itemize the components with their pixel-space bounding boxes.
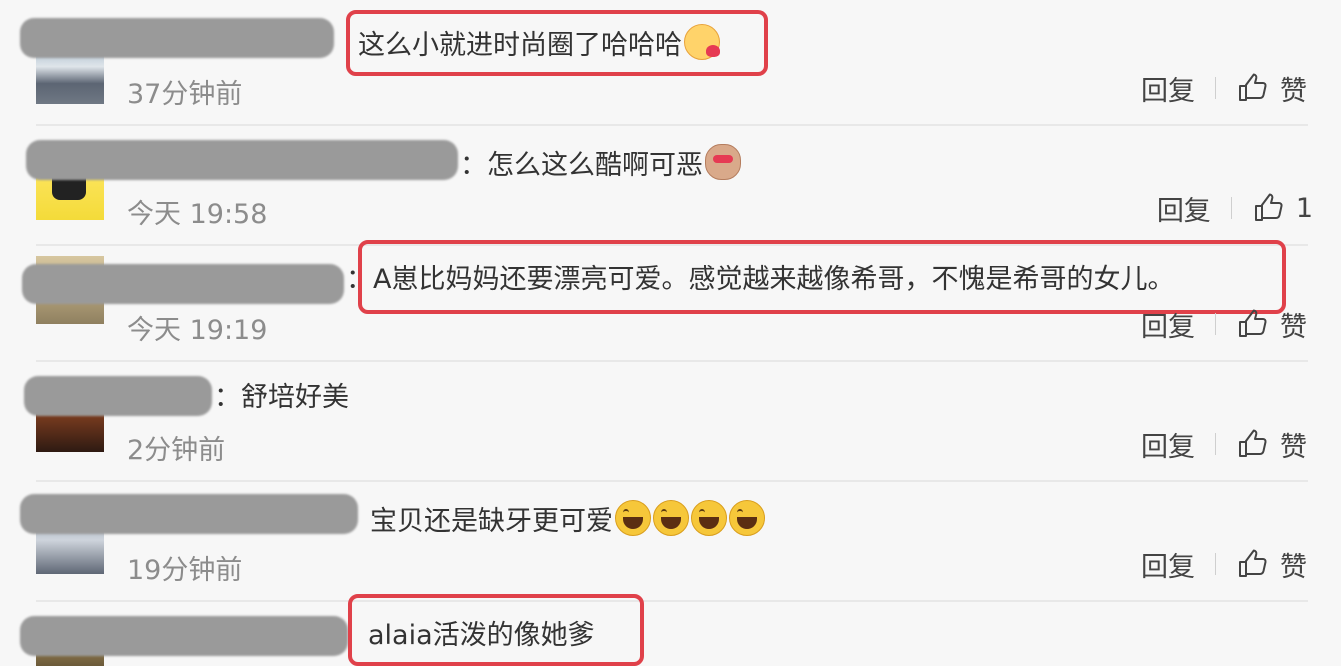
comment-item: ：A崽比妈妈还要漂亮可爱。感觉越来越像希哥，不愧是希哥的女儿。 今天 19:19… xyxy=(0,240,1341,360)
comment-item: alaia活泼的像她爹 xyxy=(0,594,1341,666)
comment-actions: 回复 赞 xyxy=(1141,69,1307,108)
laugh-emoji-icon xyxy=(691,500,727,536)
thumbs-up-icon xyxy=(1239,73,1267,101)
like-label: 赞 xyxy=(1280,431,1307,463)
comment-timestamp: 19分钟前 xyxy=(127,555,243,586)
comment-text: alaia活泼的像她爹 xyxy=(368,620,595,651)
like-label: 赞 xyxy=(1280,311,1307,343)
laugh-emoji-icon xyxy=(729,500,765,536)
comment-item: ：舒培好美 2分钟前 回复 赞 xyxy=(0,362,1341,480)
comment-item: ：怎么这么酷啊可恶 今天 19:58 回复 1 xyxy=(0,126,1341,244)
reply-button[interactable]: 回复 xyxy=(1141,305,1195,344)
divider xyxy=(1215,553,1216,575)
comment-actions: 回复 赞 xyxy=(1141,545,1307,584)
comment-timestamp: 今天 19:58 xyxy=(127,199,268,230)
like-count: 1 xyxy=(1295,192,1313,224)
thumbs-up-icon xyxy=(1239,309,1267,337)
laugh-emoji-icon xyxy=(653,500,689,536)
reply-button[interactable]: 回复 xyxy=(1157,189,1211,228)
comment-text: ：舒培好美 xyxy=(214,382,349,413)
comment-item: 宝贝还是缺牙更可爱 19分钟前 回复 赞 xyxy=(0,482,1341,600)
thumbs-up-icon xyxy=(1254,193,1283,221)
username-blurred[interactable] xyxy=(24,376,212,416)
comment-actions: 回复 赞 xyxy=(1141,425,1307,464)
comment-text: ：A崽比妈妈还要漂亮可爱。感觉越来越像希哥，不愧是希哥的女儿。 xyxy=(346,264,1175,295)
divider xyxy=(1230,197,1232,219)
comment-text: ：怎么这么酷啊可恶 xyxy=(460,144,741,184)
username-blurred[interactable] xyxy=(20,18,334,58)
laugh-emoji-icon xyxy=(615,500,651,536)
like-button[interactable]: 赞 xyxy=(1236,425,1307,464)
username-blurred[interactable] xyxy=(22,264,344,304)
like-label: 赞 xyxy=(1280,75,1307,107)
thumbs-up-icon xyxy=(1239,549,1267,577)
reply-button[interactable]: 回复 xyxy=(1141,545,1195,584)
comment-text: 宝贝还是缺牙更可爱 xyxy=(370,500,765,540)
comment-text: 这么小就进时尚圈了哈哈哈 xyxy=(358,24,720,64)
comment-timestamp: 2分钟前 xyxy=(127,435,226,466)
comment-item: 这么小就进时尚圈了哈哈哈 37分钟前 回复 赞 xyxy=(0,0,1341,124)
comment-timestamp: 今天 19:19 xyxy=(127,315,268,346)
comment-actions: 回复 1 xyxy=(1157,189,1313,228)
like-label: 赞 xyxy=(1280,551,1307,583)
like-button[interactable]: 赞 xyxy=(1236,69,1307,108)
like-button[interactable]: 赞 xyxy=(1236,545,1307,584)
divider xyxy=(1215,433,1216,455)
monkey-emoji-icon xyxy=(705,144,741,180)
like-button[interactable]: 赞 xyxy=(1236,305,1307,344)
username-blurred[interactable] xyxy=(20,494,358,534)
divider xyxy=(1215,313,1216,335)
like-button[interactable]: 1 xyxy=(1252,192,1313,224)
kiss-emoji-icon xyxy=(684,24,720,60)
username-blurred[interactable] xyxy=(20,616,348,656)
reply-button[interactable]: 回复 xyxy=(1141,425,1195,464)
divider xyxy=(1215,77,1216,99)
reply-button[interactable]: 回复 xyxy=(1141,69,1195,108)
thumbs-up-icon xyxy=(1239,429,1267,457)
comment-actions: 回复 赞 xyxy=(1141,305,1307,344)
username-blurred[interactable] xyxy=(26,140,458,180)
comment-timestamp: 37分钟前 xyxy=(127,79,243,110)
